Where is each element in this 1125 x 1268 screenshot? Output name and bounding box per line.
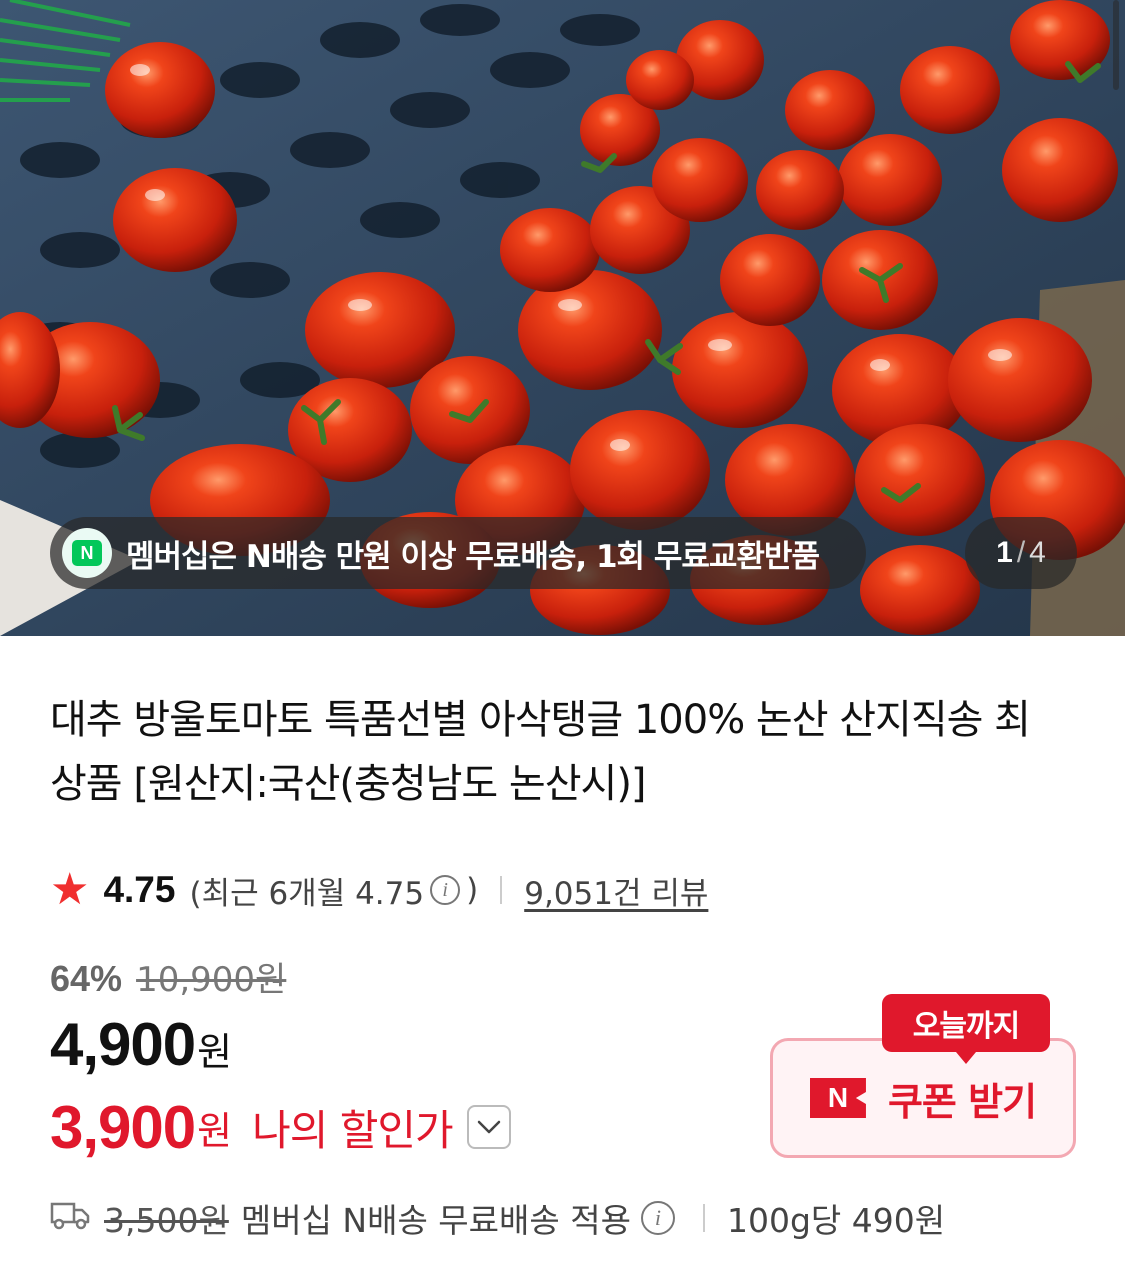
my-discount-currency: 원 xyxy=(197,1108,233,1153)
original-shipping-fee: 3,500원 xyxy=(104,1201,229,1240)
rating-score: 4.75 xyxy=(103,869,176,910)
price-block: 64% 10,900원 4,900 원 3,900 원 나의 할인가 xyxy=(50,952,511,1164)
recent-rating-close: ) xyxy=(466,872,479,908)
product-image-carousel[interactable]: N 멤버십은 N배송 만원 이상 무료배송, 1회 무료교환반품 1 / 4 xyxy=(0,0,1125,636)
shipping-banner-text: 멤버십은 N배송 만원 이상 무료배송, 1회 무료교환반품 xyxy=(126,538,820,575)
info-icon[interactable]: i xyxy=(430,875,461,905)
original-price: 10,900원 xyxy=(136,960,287,1000)
divider xyxy=(702,1204,705,1232)
shipping-row: 3,500원 멤버십 N배송 무료배송 적용 i 100g당 490원 xyxy=(50,1190,945,1246)
review-count-link[interactable]: 9,051건 리뷰 xyxy=(524,868,708,913)
pager-total: 4 xyxy=(1029,536,1046,569)
discount-row: 64% 10,900원 xyxy=(50,952,511,1008)
my-discount-label: 나의 할인가 xyxy=(252,1105,454,1155)
coupon-label: 쿠폰 받기 xyxy=(887,1079,1037,1124)
unit-price: 100g당 490원 xyxy=(726,1201,946,1240)
my-discount-row[interactable]: 3,900 원 나의 할인가 xyxy=(50,1090,511,1164)
scrollbar-thumb[interactable] xyxy=(1113,0,1119,90)
chevron-down-icon[interactable] xyxy=(466,1105,511,1149)
divider xyxy=(500,876,503,904)
truck-icon xyxy=(50,1199,90,1238)
pager-separator: / xyxy=(1016,536,1026,569)
n-badge: N xyxy=(72,540,102,566)
product-title: 대추 방울토마토 특품선별 아삭탱글 100% 논산 산지직송 최상품 [원산지… xyxy=(50,697,1031,807)
recent-rating: (최근 6개월 4.75 i ) xyxy=(189,868,478,913)
recent-rating-text: (최근 6개월 4.75 xyxy=(189,875,425,912)
my-discount-price: 3,900 xyxy=(50,1093,196,1161)
sale-price-row: 4,900 원 xyxy=(50,1010,511,1084)
sale-price-currency: 원 xyxy=(197,1030,233,1074)
coupon-button[interactable]: N 쿠폰 받기 xyxy=(770,1038,1076,1158)
shipping-info-icon[interactable]: i xyxy=(640,1201,675,1235)
coupon-deadline-tag: 오늘까지 xyxy=(882,994,1050,1064)
rating-row: ★ 4.75 (최근 6개월 4.75 i ) 9,051건 리뷰 xyxy=(50,862,708,918)
pager-current: 1 xyxy=(996,536,1013,569)
shipping-benefit-text: 멤버십 N배송 무료배송 적용 xyxy=(240,1201,631,1240)
discount-rate: 64% xyxy=(50,958,123,999)
delivery-truck-icon: N xyxy=(62,528,112,578)
sale-price: 4,900 xyxy=(50,1011,196,1078)
image-pager: 1 / 4 xyxy=(965,517,1077,589)
naver-n-icon: N xyxy=(809,1078,866,1118)
star-icon: ★ xyxy=(50,864,90,915)
membership-shipping-banner[interactable]: N 멤버십은 N배송 만원 이상 무료배송, 1회 무료교환반품 xyxy=(50,517,866,589)
